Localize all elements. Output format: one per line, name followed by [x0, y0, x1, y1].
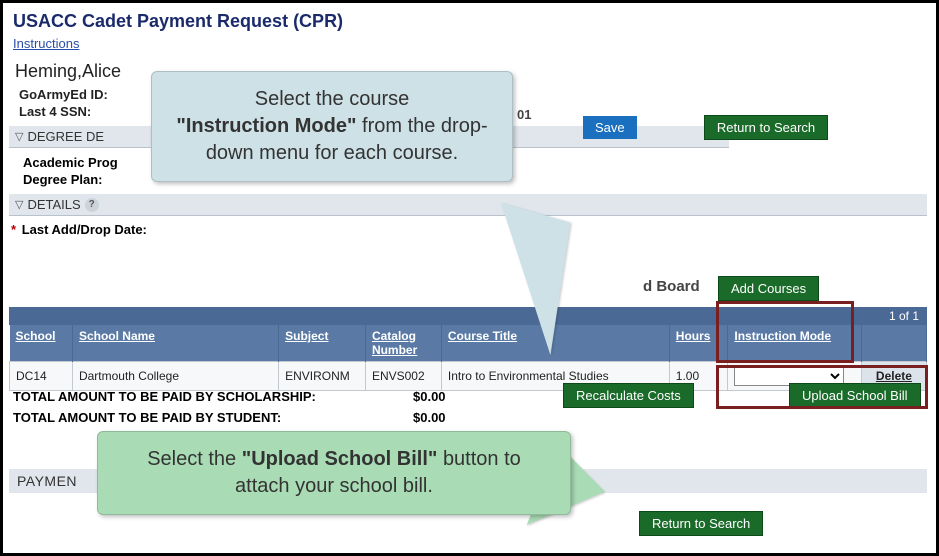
- collapse-icon: ▽: [15, 198, 23, 211]
- course-table: School School Name Subject Catalog Numbe…: [9, 325, 927, 391]
- collapse-icon: ▽: [15, 130, 23, 143]
- col-instruction-mode[interactable]: Instruction Mode: [728, 325, 861, 362]
- return-to-search-button-bottom[interactable]: Return to Search: [639, 511, 763, 536]
- total-scholarship-value: $0.00: [413, 389, 493, 404]
- upload-school-bill-button[interactable]: Upload School Bill: [789, 383, 921, 408]
- callout-text-bold: "Upload School Bill": [242, 448, 438, 470]
- callout-text: Select the: [147, 448, 242, 470]
- section-details[interactable]: ▽ DETAILS ?: [9, 194, 927, 216]
- cell-school-name: Dartmouth College: [72, 362, 278, 391]
- col-hours[interactable]: Hours: [669, 325, 728, 362]
- partial-id-fragment: 01: [517, 107, 531, 122]
- table-header-row: School School Name Subject Catalog Numbe…: [10, 325, 927, 362]
- total-student-label: TOTAL AMOUNT TO BE PAID BY STUDENT:: [13, 410, 373, 425]
- callout-upload-bill: Select the "Upload School Bill" button t…: [97, 431, 571, 515]
- help-icon[interactable]: ?: [85, 198, 99, 212]
- total-student-value: $0.00: [413, 410, 493, 425]
- required-asterisk: *: [11, 222, 16, 237]
- page-title: USACC Cadet Payment Request (CPR): [13, 11, 930, 32]
- last-add-drop-label: Last Add/Drop Date:: [22, 222, 147, 237]
- cell-catalog: ENVS002: [365, 362, 441, 391]
- col-school[interactable]: School: [10, 325, 73, 362]
- cell-school: DC14: [10, 362, 73, 391]
- col-delete: [861, 325, 926, 362]
- section-details-label: DETAILS: [27, 197, 80, 212]
- callout-text-bold: "Instruction Mode": [176, 115, 356, 137]
- add-courses-button[interactable]: Add Courses: [718, 276, 819, 301]
- col-subject[interactable]: Subject: [279, 325, 366, 362]
- last-add-drop-row: * Last Add/Drop Date:: [11, 222, 930, 237]
- section-payment-label: PAYMEN: [17, 473, 77, 489]
- grid-pager: 1 of 1: [9, 307, 927, 325]
- grid-pager-text: 1 of 1: [889, 309, 919, 323]
- instructions-link[interactable]: Instructions: [13, 36, 79, 51]
- total-scholarship-label: TOTAL AMOUNT TO BE PAID BY SCHOLARSHIP:: [13, 389, 373, 404]
- col-catalog[interactable]: Catalog Number: [365, 325, 441, 362]
- room-board-fragment: d Board: [643, 278, 700, 295]
- cell-subject: ENVIRONM: [279, 362, 366, 391]
- recalculate-costs-button[interactable]: Recalculate Costs: [563, 383, 694, 408]
- section-degree-label: DEGREE DE: [27, 129, 104, 144]
- save-button[interactable]: Save: [583, 116, 637, 139]
- return-to-search-button[interactable]: Return to Search: [704, 115, 828, 140]
- callout-text: Select the course: [255, 88, 410, 110]
- col-school-name[interactable]: School Name: [72, 325, 278, 362]
- callout-instruction-mode: Select the course "Instruction Mode" fro…: [151, 71, 513, 182]
